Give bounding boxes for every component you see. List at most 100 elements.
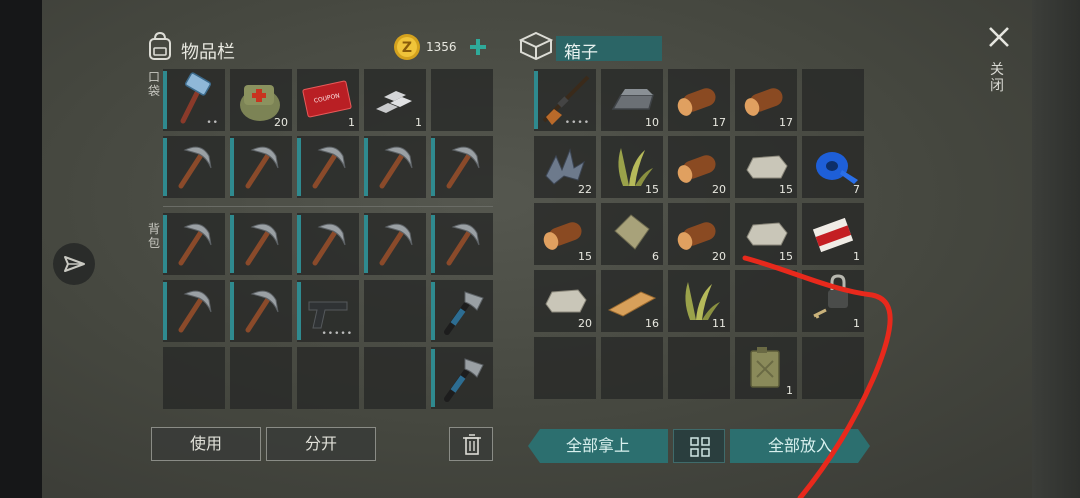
- durability-dots: ••••: [564, 118, 590, 128]
- item-count: 1: [415, 116, 422, 129]
- pickaxe-icon: [312, 223, 346, 266]
- backpack-label: 背包: [147, 222, 160, 250]
- crate-icon: [519, 31, 553, 61]
- inventory-slot[interactable]: [163, 136, 225, 198]
- item-count: 20: [712, 250, 726, 263]
- box-slot[interactable]: 20: [534, 270, 596, 332]
- trash-button[interactable]: [449, 427, 493, 461]
- pickaxe-icon: [446, 223, 480, 266]
- inventory-slot[interactable]: [163, 280, 225, 342]
- right-screen-edge: [1032, 0, 1080, 498]
- item-count: 15: [779, 250, 793, 263]
- box-title: 箱子: [564, 43, 598, 63]
- item-count: 20: [578, 317, 592, 330]
- inventory-slot[interactable]: 20: [230, 69, 292, 131]
- item-count: 22: [578, 183, 592, 196]
- inventory-slot[interactable]: [364, 280, 426, 342]
- item-count: 15: [779, 183, 793, 196]
- box-slot[interactable]: 7: [802, 136, 864, 198]
- box-slot[interactable]: 15: [735, 203, 797, 265]
- close-icon[interactable]: [986, 24, 1012, 50]
- box-slot[interactable]: 22: [534, 136, 596, 198]
- inventory-slot[interactable]: [230, 280, 292, 342]
- box-slot[interactable]: 1: [802, 203, 864, 265]
- box-slot[interactable]: 15: [601, 136, 663, 198]
- box-slot[interactable]: 1: [802, 270, 864, 332]
- pickaxe-icon: [178, 146, 212, 189]
- share-icon[interactable]: [53, 243, 95, 285]
- add-coins-icon[interactable]: [468, 37, 488, 57]
- pocket-divider: [163, 206, 493, 207]
- pickaxe-icon: [245, 146, 279, 189]
- take-all-label: 全部拿上: [565, 436, 630, 455]
- inventory-slot[interactable]: [297, 213, 359, 275]
- box-slot[interactable]: [802, 69, 864, 131]
- box-slot[interactable]: 6: [601, 203, 663, 265]
- inventory-slot[interactable]: [364, 213, 426, 275]
- box-slot[interactable]: [534, 337, 596, 399]
- box-slot[interactable]: ••••: [534, 69, 596, 131]
- inventory-slot[interactable]: ••: [163, 69, 225, 131]
- inventory-slot[interactable]: [431, 136, 493, 198]
- inventory-slot[interactable]: [163, 347, 225, 409]
- item-count: 11: [712, 317, 726, 330]
- trash-icon: [463, 434, 481, 455]
- pickaxe-icon: [178, 290, 212, 333]
- coin-amount: 1356: [426, 40, 457, 54]
- inventory-slot[interactable]: [297, 347, 359, 409]
- pickaxe-icon: [379, 223, 413, 266]
- item-count: 1: [348, 116, 355, 129]
- put-all-button[interactable]: 全部放入: [730, 429, 870, 463]
- inventory-slot[interactable]: [431, 280, 493, 342]
- inventory-title: 物品栏: [181, 42, 235, 63]
- inventory-slot[interactable]: [364, 136, 426, 198]
- item-count: 1: [786, 384, 793, 397]
- box-slot[interactable]: [735, 270, 797, 332]
- box-slot[interactable]: 15: [735, 136, 797, 198]
- box-slot[interactable]: 17: [735, 69, 797, 131]
- pocket-label: 口袋: [147, 70, 160, 98]
- inventory-slot[interactable]: 1: [364, 69, 426, 131]
- inventory-slot[interactable]: •••••: [297, 280, 359, 342]
- item-count: 17: [779, 116, 793, 129]
- box-slot[interactable]: [802, 337, 864, 399]
- inventory-slot[interactable]: [431, 69, 493, 131]
- inventory-slot[interactable]: [364, 347, 426, 409]
- grid-sort-icon: [690, 437, 710, 457]
- box-slot[interactable]: 15: [534, 203, 596, 265]
- split-button[interactable]: 分开: [266, 427, 376, 461]
- box-slot[interactable]: 16: [601, 270, 663, 332]
- inventory-slot[interactable]: [431, 347, 493, 409]
- pickaxe-icon: [245, 290, 279, 333]
- box-slot[interactable]: [668, 337, 730, 399]
- box-slot[interactable]: 10: [601, 69, 663, 131]
- inventory-slot[interactable]: [297, 136, 359, 198]
- box-slot[interactable]: 11: [668, 270, 730, 332]
- inventory-slot[interactable]: [230, 347, 292, 409]
- inventory-slot[interactable]: COUPON 1: [297, 69, 359, 131]
- svg-text:Z: Z: [402, 40, 412, 56]
- inventory-slot[interactable]: [230, 136, 292, 198]
- inventory-slot[interactable]: [230, 213, 292, 275]
- box-slot[interactable]: 20: [668, 203, 730, 265]
- item-count: 1: [853, 250, 860, 263]
- inventory-slot[interactable]: [163, 213, 225, 275]
- item-count: 17: [712, 116, 726, 129]
- item-count: 20: [274, 116, 288, 129]
- take-all-button[interactable]: 全部拿上: [528, 429, 668, 463]
- item-count: 10: [645, 116, 659, 129]
- coin-counter: Z 1356: [393, 33, 493, 61]
- sort-button[interactable]: [673, 429, 725, 463]
- close-label[interactable]: 关闭: [990, 62, 1006, 94]
- put-all-label: 全部放入: [767, 436, 832, 455]
- box-title-bar: 箱子: [556, 36, 662, 63]
- item-count: 20: [712, 183, 726, 196]
- hatchet-icon: [444, 358, 484, 402]
- use-button[interactable]: 使用: [151, 427, 261, 461]
- inventory-slot[interactable]: [431, 213, 493, 275]
- box-slot[interactable]: 17: [668, 69, 730, 131]
- box-slot[interactable]: 1: [735, 337, 797, 399]
- box-slot[interactable]: [601, 337, 663, 399]
- box-slot[interactable]: 20: [668, 136, 730, 198]
- pickaxe-icon: [446, 146, 480, 189]
